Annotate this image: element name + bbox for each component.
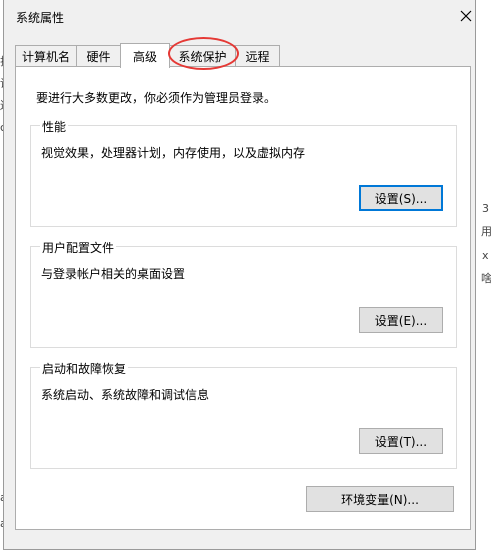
window-title: 系统属性: [16, 11, 65, 25]
startup-recovery-group-title: 启动和故障恢复: [40, 360, 129, 377]
user-profiles-description: 与登录帐户相关的桌面设置: [41, 267, 186, 281]
startup-recovery-description: 系统启动、系统故障和调试信息: [41, 388, 210, 402]
admin-notice: 要进行大多数更改，你必须作为管理员登录。: [36, 91, 277, 105]
startup-recovery-group: 启动和故障恢复 系统启动、系统故障和调试信息 设置(T)...: [30, 360, 457, 469]
performance-group: 性能 视觉效果，处理器计划，内存使用，以及虚拟内存 设置(S)...: [30, 118, 457, 227]
user-profiles-group: 用户配置文件 与登录帐户相关的桌面设置 设置(E)...: [30, 239, 457, 348]
tab-remote[interactable]: 远程: [235, 45, 280, 67]
tab-hardware[interactable]: 硬件: [76, 45, 121, 67]
user-profiles-settings-button[interactable]: 设置(E)...: [359, 307, 443, 333]
background-text: x: [482, 249, 489, 262]
close-button[interactable]: [455, 5, 477, 27]
tab-computer-name[interactable]: 计算机名: [15, 45, 77, 67]
tab-system-protection[interactable]: 系统保护: [169, 45, 236, 67]
startup-recovery-settings-button[interactable]: 设置(T)...: [359, 428, 443, 454]
background-text: 3: [482, 202, 489, 215]
performance-group-title: 性能: [40, 118, 69, 135]
environment-variables-button[interactable]: 环境变量(N)...: [306, 486, 454, 512]
tab-advanced[interactable]: 高级: [120, 43, 170, 68]
background-text: 啥: [481, 272, 491, 285]
user-profiles-group-title: 用户配置文件: [40, 239, 117, 256]
background-text: 用: [481, 225, 491, 238]
performance-description: 视觉效果，处理器计划，内存使用，以及虚拟内存: [41, 146, 306, 160]
performance-settings-button[interactable]: 设置(S)...: [359, 185, 443, 211]
advanced-tab-page: 要进行大多数更改，你必须作为管理员登录。 性能 视觉效果，处理器计划，内存使用，…: [15, 66, 471, 530]
close-icon: [460, 10, 472, 22]
system-properties-dialog: 系统属性 计算机名 硬件 高级 系统保护 远程 要进行大多数更改，你必须作为管理…: [3, 0, 476, 550]
